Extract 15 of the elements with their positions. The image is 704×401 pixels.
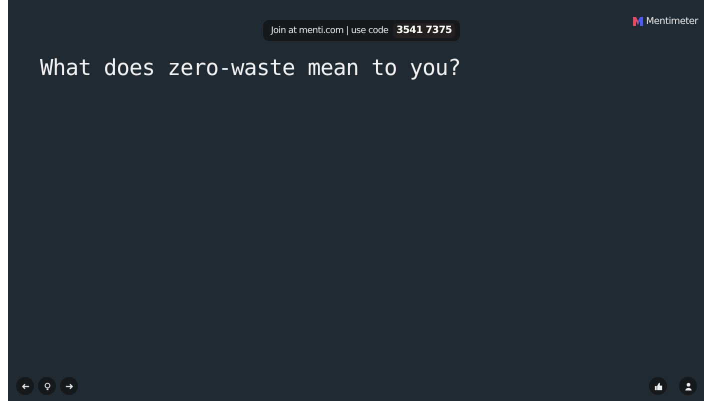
arrow-right-icon <box>64 382 74 390</box>
person-button[interactable] <box>679 377 697 395</box>
lightbulb-button[interactable] <box>38 377 56 395</box>
thumbs-up-icon <box>654 382 662 390</box>
join-text: Join at menti.com | use code <box>271 26 388 36</box>
person-icon <box>684 382 692 390</box>
thumbs-up-button[interactable] <box>649 377 667 395</box>
arrow-left-icon <box>20 382 30 390</box>
logo-icon <box>632 17 643 26</box>
arrow-left-button[interactable] <box>16 377 34 395</box>
brand-name: Mentimeter <box>646 16 698 27</box>
lightbulb-icon <box>42 382 52 390</box>
arrow-right-button[interactable] <box>60 377 78 395</box>
join-code: 3541 7375 <box>393 23 455 38</box>
question-text: What does zero-waste mean to you? <box>40 56 462 81</box>
